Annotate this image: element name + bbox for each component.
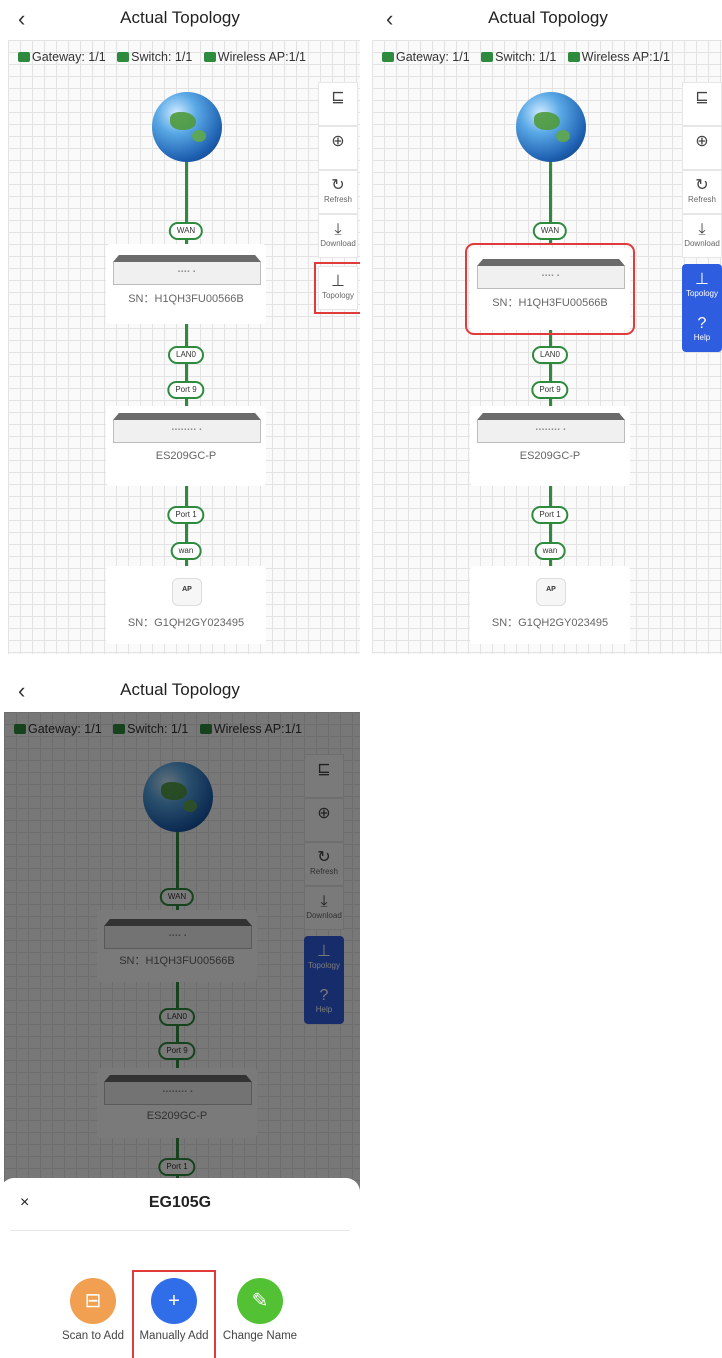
manually-add-button[interactable]: + Manually Add [132, 1270, 216, 1358]
header: ‹ Actual Topology [368, 0, 722, 40]
download-icon: ⤓ [334, 221, 342, 238]
change-name-button[interactable]: ✎ Change Name [220, 1278, 300, 1342]
topology-icon: ⊥ [695, 271, 709, 288]
edit-icon: ✎ [237, 1278, 283, 1324]
scan-to-add-button[interactable]: ⊟ Scan to Add [53, 1278, 133, 1342]
legend-gateway: Gateway: 1/1 [382, 50, 470, 64]
locate-button[interactable]: ⊕ [318, 126, 358, 170]
ap-sn: SN：G1QH2GY023495 [127, 617, 245, 629]
header: ‹ Actual Topology [0, 672, 360, 712]
switch-name: ES209GC-P [155, 450, 217, 462]
switch-device-icon: ▪▪▪▪▪▪▪▪ ▪ [477, 420, 625, 443]
topology-canvas[interactable]: Gateway: 1/1 Switch: 1/1 Wireless AP:1/1… [372, 40, 722, 654]
ap-device-icon: AP [536, 578, 566, 606]
device-legend: Gateway: 1/1 Switch: 1/1 Wireless AP:1/1 [18, 50, 314, 64]
divider [10, 1230, 350, 1231]
ap-card[interactable]: AP SN：G1QH2GY023495 [470, 566, 630, 644]
ap-device-icon: AP [172, 578, 202, 606]
refresh-icon: ↻ [331, 177, 345, 194]
page-title: Actual Topology [120, 8, 240, 27]
gateway-sn: SN：H1QH3FU00566B [492, 297, 608, 309]
legend-ap: Wireless AP:1/1 [203, 50, 306, 64]
ap-card[interactable]: AP SN：G1QH2GY023495 [106, 566, 266, 644]
ap-sn: SN：G1QH2GY023495 [491, 617, 609, 629]
gateway-icon [18, 52, 30, 62]
internet-globe-icon [152, 92, 222, 162]
topology-screen-1: ‹ Actual Topology Gateway: 1/1 Switch: 1… [0, 0, 360, 654]
topology-button[interactable]: ⊥Topology [682, 264, 722, 308]
ap-wan-label: wan [534, 542, 566, 560]
wan-port-label: WAN [168, 222, 204, 240]
refresh-button[interactable]: ↻Refresh [682, 170, 722, 214]
switch-card[interactable]: ▪▪▪▪▪▪▪▪ ▪ ES209GC-P [106, 406, 266, 486]
legend-ap: Wireless AP:1/1 [567, 50, 670, 64]
legend-switch: Switch: 1/1 [117, 50, 192, 64]
manually-add-label: Manually Add [139, 1330, 209, 1342]
ap-icon [203, 52, 216, 62]
topology-screen-2: ‹ Actual Topology Gateway: 1/1 Switch: 1… [368, 0, 722, 654]
lan0-port-label: LAN0 [167, 346, 205, 364]
page-title: Actual Topology [120, 680, 240, 699]
ap-icon [567, 52, 580, 62]
fit-screen-button[interactable]: ⊑ [318, 82, 358, 126]
download-icon: ⤓ [698, 221, 706, 238]
legend-switch: Switch: 1/1 [481, 50, 556, 64]
refresh-icon: ↻ [695, 177, 709, 194]
gateway-card[interactable]: ▪▪▪▪ ▪ SN：H1QH3FU00566B [465, 243, 635, 335]
screen-icon: ⊑ [695, 89, 709, 106]
switch-icon [481, 52, 494, 62]
legend-gateway: Gateway: 1/1 [18, 50, 106, 64]
download-button[interactable]: ⤓Download [318, 214, 358, 258]
target-icon: ⊕ [695, 133, 709, 150]
gateway-device-icon: ▪▪▪▪ ▪ [477, 266, 625, 289]
device-legend: Gateway: 1/1 Switch: 1/1 Wireless AP:1/1 [382, 50, 678, 64]
help-icon: ? [697, 315, 707, 332]
change-name-label: Change Name [222, 1330, 298, 1342]
gateway-device-icon: ▪▪▪▪ ▪ [113, 262, 261, 285]
port9-label: Port 9 [167, 381, 205, 399]
header: ‹ Actual Topology [0, 0, 360, 40]
side-toolbar: ⊑ ⊕ ↻ Refresh ⤓ Download ⊥ Topology [314, 82, 360, 314]
screen-icon: ⊑ [331, 89, 345, 106]
sheet-title: EG105G [148, 1194, 212, 1211]
plus-icon: + [151, 1278, 197, 1324]
topology-button[interactable]: ⊥Topology [314, 262, 360, 314]
topology-canvas[interactable]: Gateway: 1/1 Switch: 1/1 Wireless AP:1/1… [8, 40, 360, 654]
side-toolbar: ⊑ ⊕ ↻Refresh ⤓Download ⊥Topology ?Help [682, 82, 722, 352]
gateway-icon [382, 52, 394, 62]
internet-globe-icon [516, 92, 586, 162]
switch-name: ES209GC-P [519, 450, 581, 462]
scan-to-add-label: Scan to Add [61, 1330, 125, 1342]
device-action-sheet: × EG105G ⊟ Scan to Add + Manually Add ✎ … [0, 1178, 360, 1358]
lan0-port-label: LAN0 [531, 346, 569, 364]
wan-port-label: WAN [532, 222, 568, 240]
switch-icon [117, 52, 130, 62]
download-button[interactable]: ⤓Download [682, 214, 722, 258]
help-button[interactable]: ?Help [682, 308, 722, 352]
refresh-button[interactable]: ↻Refresh [318, 170, 358, 214]
target-icon: ⊕ [331, 133, 345, 150]
port9-label: Port 9 [531, 381, 569, 399]
ap-wan-label: wan [170, 542, 202, 560]
switch-card[interactable]: ▪▪▪▪▪▪▪▪ ▪ ES209GC-P [470, 406, 630, 486]
fit-screen-button[interactable]: ⊑ [682, 82, 722, 126]
topology-icon: ⊥ [331, 273, 345, 290]
port1-label: Port 1 [167, 506, 205, 524]
port1-label: Port 1 [531, 506, 569, 524]
locate-button[interactable]: ⊕ [682, 126, 722, 170]
page-title: Actual Topology [488, 8, 608, 27]
switch-device-icon: ▪▪▪▪▪▪▪▪ ▪ [113, 420, 261, 443]
topology-screen-3: ‹ Actual Topology Gateway: 1/1 Switch: 1… [0, 672, 360, 1358]
gateway-sn: SN：H1QH3FU00566B [128, 293, 244, 305]
scan-icon: ⊟ [70, 1278, 116, 1324]
gateway-card[interactable]: ▪▪▪▪ ▪ SN：H1QH3FU00566B [106, 244, 266, 324]
